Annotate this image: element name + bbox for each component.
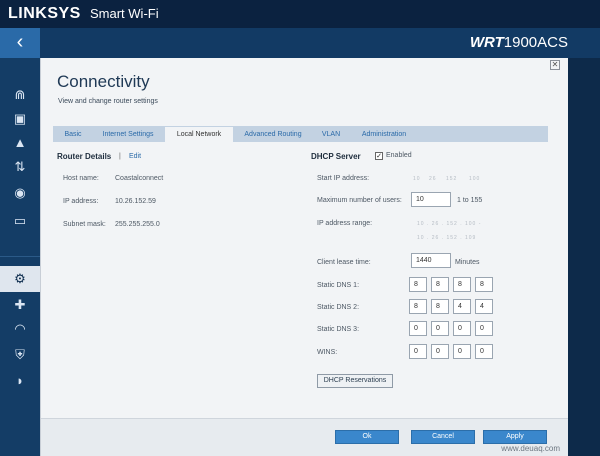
host-name-value: Coastalconnect [115, 175, 164, 182]
page-title: Connectivity [57, 72, 150, 91]
dhcp-server-title: DHCP Server [311, 152, 361, 161]
host-name-label: Host name: [63, 175, 99, 182]
static-dns3-octet-1[interactable]: 0 [409, 321, 427, 336]
checkmark-icon: ✓ [376, 153, 382, 160]
first-aid-icon: ✚ [14, 297, 26, 312]
nav-bar: ‹ WRT1900ACS [0, 28, 600, 58]
page-subtitle: View and change router settings [58, 98, 158, 105]
top-bar: LINKSYS Smart Wi-Fi [0, 0, 600, 28]
sidebar-item-troubleshooting[interactable]: ✚ [0, 292, 40, 318]
static-dns3-label: Static DNS 3: [317, 326, 360, 333]
model-number: 1900ACS [503, 34, 568, 51]
tab-advanced-routing[interactable]: Advanced Routing [237, 127, 309, 142]
lease-time-unit: Minutes [455, 259, 480, 266]
sidebar-item-guest-access[interactable]: ▣ [0, 106, 40, 132]
linksys-logo: LINKSYS [8, 5, 81, 22]
sidebar-divider [0, 256, 40, 257]
start-ip-octet-4: 100 [469, 176, 481, 182]
ip-range-start: 10 . 26 . 152 . 100 - [417, 221, 482, 227]
tab-local-network[interactable]: Local Network [165, 127, 233, 142]
static-dns2-octet-2[interactable]: 8 [431, 299, 449, 314]
gears-icon: ⚙ [14, 271, 26, 286]
watermark: www.deuaq.com [501, 444, 560, 453]
sidebar-item-wireless[interactable]: ◠ [0, 316, 40, 342]
speedometer-icon: ◉ [14, 185, 26, 200]
chevron-left-icon: ‹ [16, 31, 24, 53]
sidebar-item-speed-test[interactable]: ◉ [0, 180, 40, 206]
router-icon: ⋒ [14, 87, 26, 102]
sidebar-item-security[interactable]: ⛨ [0, 342, 40, 368]
static-dns3-octet-4[interactable]: 0 [475, 321, 493, 336]
ip-range-end: 10 . 26 . 152 . 109 [417, 235, 477, 241]
subnet-mask-label: Subnet mask: [63, 221, 106, 228]
prioritize-icon: ⇅ [14, 159, 26, 174]
connectivity-panel: ✕ Connectivity View and change router se… [40, 58, 568, 456]
dhcp-enabled-checkbox[interactable]: ✓ [375, 152, 383, 160]
lease-time-label: Client lease time: [317, 259, 371, 266]
cancel-button[interactable]: Cancel [411, 430, 475, 444]
static-dns1-label: Static DNS 1: [317, 282, 360, 289]
start-ip-octet-1: 10 [413, 176, 421, 182]
sidebar-item-parental-controls[interactable]: ▲ [0, 130, 40, 156]
footer-bar: Ok Cancel Apply www.deuaq.com [41, 418, 568, 456]
dhcp-reservations-button[interactable]: DHCP Reservations [317, 374, 393, 388]
wins-octet-1[interactable]: 0 [409, 344, 427, 359]
static-dns1-octet-3[interactable]: 8 [453, 277, 471, 292]
static-dns2-label: Static DNS 2: [317, 304, 360, 311]
tab-basic[interactable]: Basic [53, 127, 93, 142]
wins-octet-2[interactable]: 0 [431, 344, 449, 359]
tab-bar: Basic Internet Settings Local Network Ad… [53, 126, 548, 142]
start-ip-octet-2: 26 [429, 176, 437, 182]
wifi-icon: ◠ [14, 321, 26, 336]
wins-label: WINS: [317, 349, 338, 356]
max-users-input[interactable]: 10 [411, 192, 451, 207]
start-ip-octet-3: 152 [446, 176, 458, 182]
edit-link[interactable]: Edit [129, 153, 141, 160]
static-dns2-octet-4[interactable]: 4 [475, 299, 493, 314]
sidebar-item-connectivity[interactable]: ⚙ [0, 266, 40, 292]
static-dns2-octet-1[interactable]: 8 [409, 299, 427, 314]
static-dns1-octet-1[interactable]: 8 [409, 277, 427, 292]
static-dns1-octet-4[interactable]: 8 [475, 277, 493, 292]
static-dns2-octet-3[interactable]: 4 [453, 299, 471, 314]
router-model: WRT1900ACS [470, 34, 568, 51]
back-button[interactable]: ‹ [0, 28, 40, 58]
briefcase-icon: ▣ [13, 111, 27, 126]
storage-icon: ▭ [13, 213, 27, 228]
sidebar-item-external-storage[interactable]: ▭ [0, 208, 40, 234]
dhcp-enabled-label: Enabled [386, 152, 412, 159]
ok-button[interactable]: Ok [335, 430, 399, 444]
shield-icon: ⛨ [15, 347, 25, 362]
sidebar-item-openvpn[interactable]: ◗ [0, 368, 40, 394]
subnet-mask-value: 255.255.255.0 [115, 221, 160, 228]
start-ip-label: Start IP address: [317, 175, 370, 182]
tab-internet-settings[interactable]: Internet Settings [95, 127, 161, 142]
ip-address-value: 10.26.152.59 [115, 198, 156, 205]
model-prefix: WRT [469, 34, 504, 51]
tab-vlan[interactable]: VLAN [313, 127, 349, 142]
static-dns3-octet-2[interactable]: 0 [431, 321, 449, 336]
ip-range-label: IP address range: [317, 220, 373, 227]
max-users-label: Maximum number of users: [317, 197, 402, 204]
close-button[interactable]: ✕ [550, 60, 560, 70]
tab-administration[interactable]: Administration [353, 127, 415, 142]
warning-icon: ▲ [13, 135, 27, 150]
static-dns1-octet-2[interactable]: 8 [431, 277, 449, 292]
brand-subtitle: Smart Wi-Fi [90, 6, 159, 21]
lease-time-input[interactable]: 1440 [411, 253, 451, 268]
wins-octet-4[interactable]: 0 [475, 344, 493, 359]
sidebar-item-media-prioritization[interactable]: ⇅ [0, 154, 40, 180]
sidebar-item-network-map[interactable]: ⋒ [0, 82, 40, 108]
ip-address-label: IP address: [63, 198, 99, 205]
sidebar: ⋒ ▣ ▲ ⇅ ◉ ▭ ⚙ ✚ ◠ ⛨ ◗ [0, 58, 40, 456]
vpn-icon: ◗ [16, 373, 24, 388]
close-icon: ✕ [551, 60, 559, 69]
max-users-range: 1 to 155 [457, 197, 483, 204]
router-details-title: Router Details [57, 152, 112, 161]
static-dns3-octet-3[interactable]: 0 [453, 321, 471, 336]
title-separator: | [119, 153, 121, 160]
apply-button[interactable]: Apply [483, 430, 547, 444]
wins-octet-3[interactable]: 0 [453, 344, 471, 359]
